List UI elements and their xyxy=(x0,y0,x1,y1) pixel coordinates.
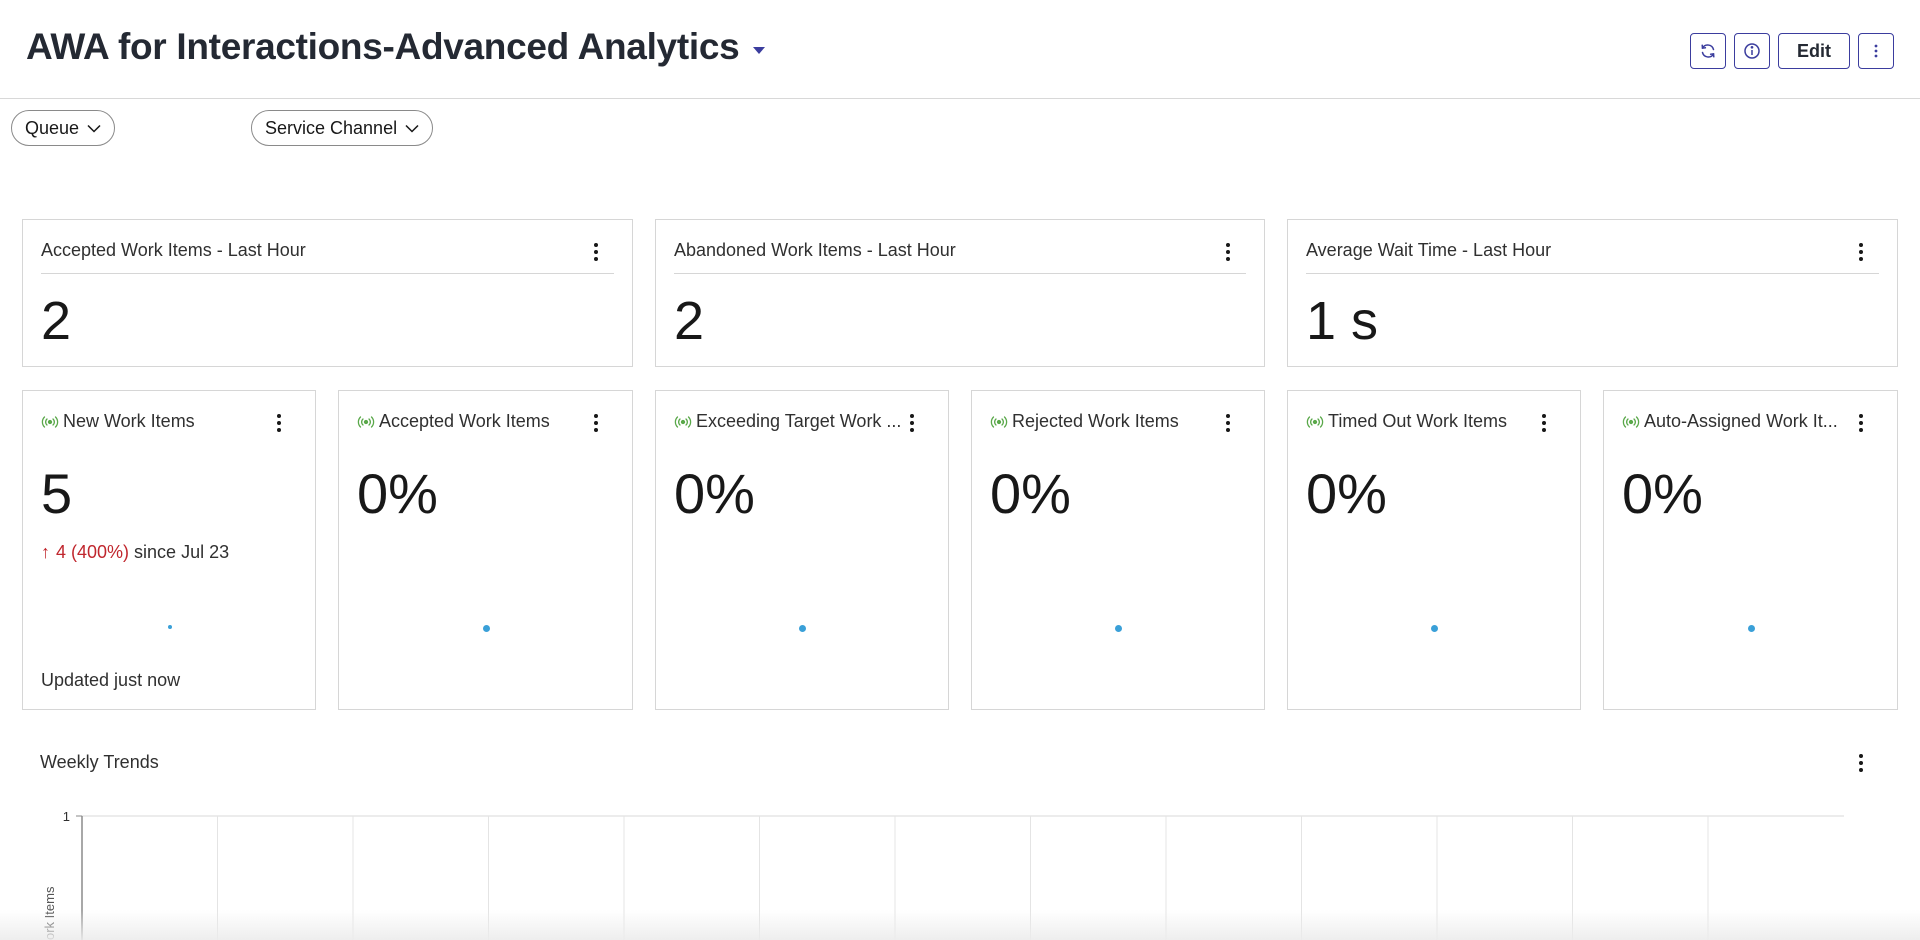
card-title: Accepted Work Items - Last Hour xyxy=(41,240,306,260)
info-icon xyxy=(1744,43,1760,59)
card-title: New Work Items xyxy=(63,411,195,431)
metric-value: 1 s xyxy=(1306,291,1379,351)
more-actions-button[interactable] xyxy=(1858,33,1894,69)
metric-value: 0% xyxy=(990,462,1071,525)
metric-card: Auto-Assigned Work It... 0% xyxy=(1603,390,1898,710)
card-menu-icon[interactable] xyxy=(1218,240,1238,264)
card-title: Average Wait Time - Last Hour xyxy=(1306,240,1552,260)
card-menu-icon[interactable] xyxy=(1851,411,1871,435)
chevron-down-icon xyxy=(405,124,419,133)
metric-value: 2 xyxy=(674,291,705,351)
metric-card: Rejected Work Items 0% xyxy=(971,390,1265,710)
metric-card: Accepted Work Items 0% xyxy=(338,390,633,710)
card-menu-icon[interactable] xyxy=(269,411,289,435)
metric-value: 5 xyxy=(41,462,73,525)
card-header: Exceeding Target Work ... xyxy=(674,411,901,432)
card-title: Exceeding Target Work ... xyxy=(696,411,902,431)
card-title: Auto-Assigned Work It... xyxy=(1644,411,1838,431)
summary-card: Abandoned Work Items - Last Hour 2 xyxy=(655,219,1265,367)
refresh-icon xyxy=(1701,44,1715,58)
filter-service-channel[interactable]: Service Channel xyxy=(251,110,434,146)
card-header: Rejected Work Items xyxy=(990,411,1179,432)
sparkline-dot xyxy=(1115,625,1122,632)
filter-label: Service Channel xyxy=(265,117,398,138)
live-signal-icon xyxy=(1622,415,1640,428)
card-header: Auto-Assigned Work It... xyxy=(1622,411,1838,432)
card-menu-icon[interactable] xyxy=(1851,240,1871,264)
card-title: Rejected Work Items xyxy=(1012,411,1179,431)
card-header: Accepted Work Items xyxy=(357,411,550,432)
dashboard-header: AWA for Interactions-Advanced Analytics … xyxy=(0,0,1920,99)
trends-menu-icon[interactable] xyxy=(1851,751,1871,775)
info-button[interactable] xyxy=(1734,33,1770,69)
sparkline-dot xyxy=(483,625,490,632)
delta-change: 4 (400%) xyxy=(56,542,130,562)
summary-card: Accepted Work Items - Last Hour 2 xyxy=(22,219,633,367)
metric-value: 0% xyxy=(1622,462,1703,525)
live-signal-icon xyxy=(1306,415,1324,428)
weekly-trends-title: Weekly Trends xyxy=(40,752,159,772)
card-menu-icon[interactable] xyxy=(1218,411,1238,435)
metric-card: Exceeding Target Work ... 0% xyxy=(655,390,949,710)
up-arrow-icon: ↑ xyxy=(41,542,50,562)
metric-value: 0% xyxy=(1306,462,1387,525)
sparkline-dot xyxy=(799,625,806,632)
metric-value: 0% xyxy=(674,462,755,525)
live-signal-icon xyxy=(990,415,1008,428)
delta-since: since Jul 23 xyxy=(134,542,230,562)
filter-queue[interactable]: Queue xyxy=(11,110,116,146)
sparkline-dot xyxy=(1748,625,1755,632)
metric-card: Timed Out Work Items 0% xyxy=(1287,390,1581,710)
edit-button[interactable]: Edit xyxy=(1778,33,1850,69)
card-menu-icon[interactable] xyxy=(1534,411,1554,435)
divider xyxy=(1306,273,1879,274)
header-actions: Edit xyxy=(1690,33,1894,69)
live-signal-icon xyxy=(357,415,375,428)
card-menu-icon[interactable] xyxy=(902,411,922,435)
live-signal-icon xyxy=(41,415,59,428)
metric-card-new-work-items: New Work Items 5 ↑ 4 (400%) since Jul 23… xyxy=(22,390,316,710)
card-header: Timed Out Work Items xyxy=(1306,411,1507,432)
y-tick-label: 1 xyxy=(63,809,70,824)
sparkline-dot xyxy=(168,625,172,629)
scroll-fade xyxy=(0,910,1920,940)
page-title: AWA for Interactions-Advanced Analytics xyxy=(26,26,740,67)
live-signal-icon xyxy=(674,415,692,428)
filter-label: Queue xyxy=(25,117,80,138)
divider xyxy=(41,273,614,274)
metric-value: 0% xyxy=(357,462,438,525)
updated-status: Updated just now xyxy=(41,670,181,690)
dashboard-selector[interactable]: AWA for Interactions-Advanced Analytics xyxy=(26,26,766,68)
summary-card: Average Wait Time - Last Hour 1 s xyxy=(1287,219,1898,367)
delta-indicator: ↑ 4 (400%) since Jul 23 xyxy=(41,542,229,563)
card-menu-icon[interactable] xyxy=(586,240,606,264)
chevron-down-icon xyxy=(87,124,101,133)
card-title: Abandoned Work Items - Last Hour xyxy=(674,240,956,260)
card-menu-icon[interactable] xyxy=(586,411,606,435)
kebab-icon xyxy=(1874,44,1878,58)
refresh-button[interactable] xyxy=(1690,33,1726,69)
caret-down-icon[interactable] xyxy=(753,46,766,54)
metric-value: 2 xyxy=(41,291,72,351)
card-header: New Work Items xyxy=(41,411,195,432)
sparkline-dot xyxy=(1431,625,1438,632)
card-title: Timed Out Work Items xyxy=(1328,411,1508,431)
divider xyxy=(674,273,1246,274)
card-title: Accepted Work Items xyxy=(379,411,550,431)
